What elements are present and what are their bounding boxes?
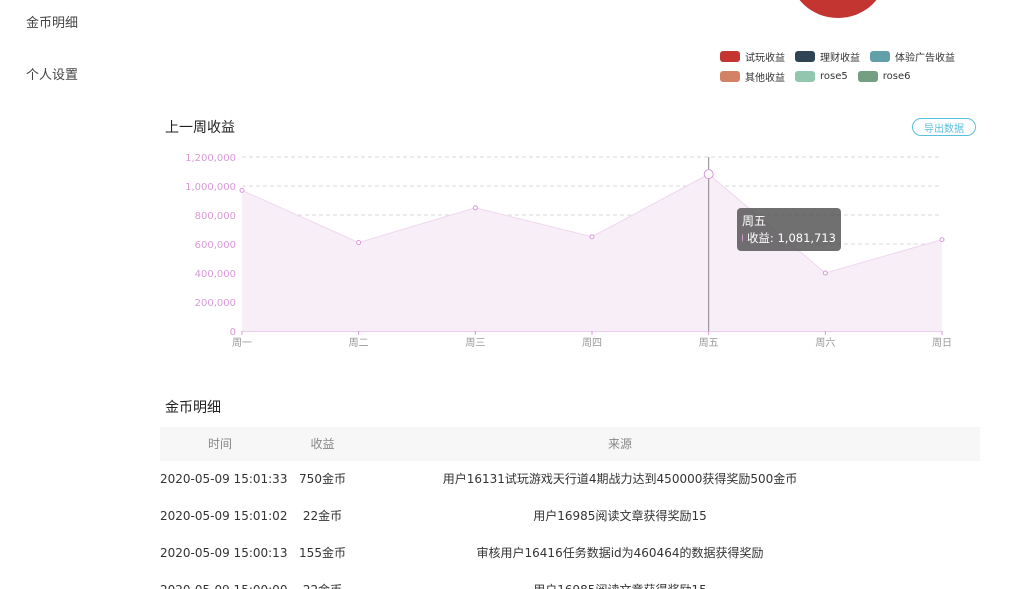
chart-tooltip: 周五 收益: 1,081,713	[737, 208, 841, 251]
x-tick-label: 周四	[582, 337, 602, 349]
x-tick-label: 周日	[932, 337, 952, 349]
page: 金币明细 个人设置 试玩收益 理财收益 体验广告收益 其他收益 rose5 rose6 …	[0, 0, 1024, 589]
data-point	[703, 169, 714, 180]
y-tick-label: 200,000	[195, 298, 236, 309]
table-row: 2020-05-09 15:01:02 22金币 用户16985阅读文章获得奖励…	[160, 498, 980, 535]
x-tick-label: 周二	[349, 337, 369, 349]
cell-time: 2020-05-09 15:01:33	[160, 472, 288, 486]
y-tick-label: 800,000	[195, 211, 236, 222]
data-point	[472, 205, 478, 211]
x-tick-label: 周三	[465, 337, 485, 349]
x-tick-label: 周六	[815, 337, 835, 349]
detail-title: 金币明细	[165, 400, 221, 416]
data-point	[239, 187, 245, 193]
cell-source: 审核用户16416任务数据id为460464的数据获得奖励	[476, 546, 764, 560]
x-tick-label: 周一	[232, 337, 252, 349]
header-source: 来源	[607, 437, 632, 451]
cell-source: 用户16985阅读文章获得奖励15	[533, 509, 707, 523]
series-dot-icon	[742, 234, 743, 242]
cell-time: 2020-05-09 15:00:13	[160, 546, 288, 560]
cell-source: 用户16131试玩游戏天行道4期战力达到450000获得奖励500金币	[442, 472, 798, 486]
cell-amount: 22金币	[280, 572, 365, 589]
y-tick-label: 400,000	[195, 269, 236, 280]
y-tick-label: 0	[230, 327, 236, 338]
cell-amount: 750金币	[299, 472, 346, 486]
y-tick-label: 1,200,000	[185, 153, 236, 164]
table-row: 2020-05-09 15:00:00 22金币 用户16985阅读文章获得奖励…	[160, 572, 980, 589]
y-tick-label: 600,000	[195, 240, 236, 251]
cell-amount: 22金币	[302, 509, 343, 523]
data-point	[822, 270, 828, 276]
tooltip-value-row: 收益: 1,081,713	[742, 229, 836, 247]
y-tick-label: 1,000,000	[185, 182, 236, 193]
cell-time: 2020-05-09 15:01:02	[160, 509, 288, 523]
table-row: 2020-05-09 15:00:13 155金币 审核用户16416任务数据i…	[160, 535, 980, 572]
data-point	[356, 240, 362, 246]
tooltip-title: 周五	[742, 214, 767, 228]
tooltip-value: 收益: 1,081,713	[746, 231, 836, 245]
data-point	[589, 234, 595, 240]
table-header: 时间 收益 来源	[160, 427, 980, 461]
area-fill	[242, 174, 942, 331]
table-row: 2020-05-09 15:01:33 750金币 用户16131试玩游戏天行道…	[160, 461, 980, 498]
cell-amount: 155金币	[299, 546, 346, 560]
header-amount: 收益	[310, 437, 335, 451]
header-time: 时间	[207, 437, 232, 451]
cell-time: 2020-05-09 15:00:00	[160, 572, 287, 589]
cell-source: 用户16985阅读文章获得奖励15	[365, 572, 875, 589]
x-tick-label: 周五	[699, 337, 719, 349]
data-point	[939, 237, 945, 243]
